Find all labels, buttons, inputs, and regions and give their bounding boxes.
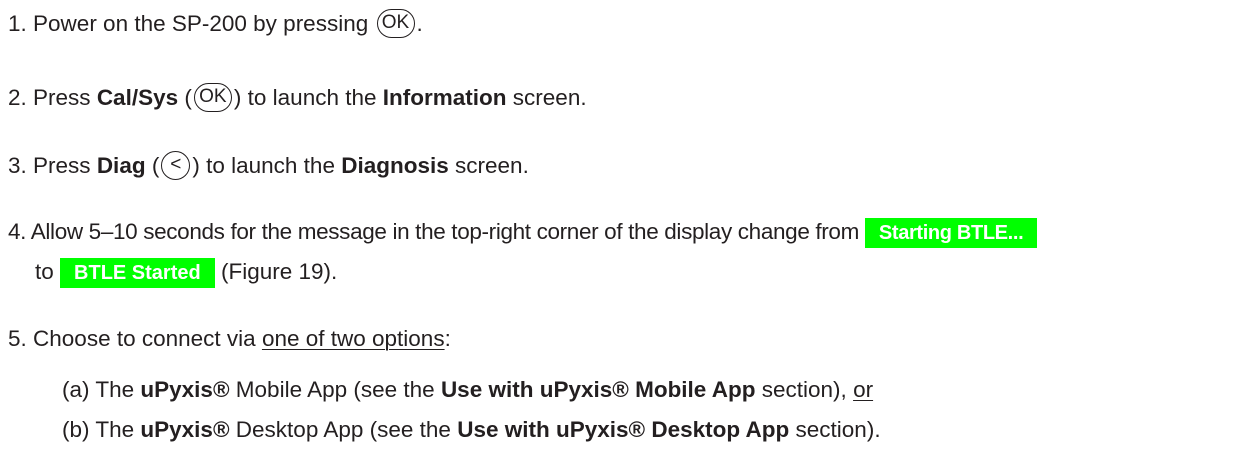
screen-name: Information (382, 85, 507, 110)
paren: ( (151, 153, 160, 178)
step-3: 3. Press Diag (<) to launch the Diagnosi… (8, 150, 529, 182)
step-text: Press (33, 85, 91, 110)
paren: ( (184, 85, 192, 110)
key-name: Cal/Sys (96, 85, 179, 110)
step-text: section). (795, 417, 881, 442)
step-text: screen. (512, 85, 587, 110)
step-text: Mobile App (see the (235, 377, 435, 402)
step-text: (Figure 19). (220, 259, 338, 284)
ok-button-icon: OK (193, 82, 232, 112)
section-reference: Use with uPyxis® Desktop App (457, 417, 790, 442)
step-text: The (95, 377, 135, 402)
step-text: Press (33, 153, 91, 178)
section-reference: Use with uPyxis® Mobile App (440, 377, 756, 402)
paren: ) (233, 85, 242, 110)
substep-a: (a) The uPyxis® Mobile App (see the Use … (62, 374, 873, 406)
step-5: 5. Choose to connect via one of two opti… (8, 323, 451, 355)
step-text: : (444, 326, 451, 351)
key-name: Diag (96, 153, 146, 178)
product-name: uPyxis® (140, 417, 230, 442)
step-text: . (416, 11, 423, 36)
step-text: Allow 5–10 seconds for the message in th… (30, 219, 860, 244)
status-badge-starting: Starting BTLE... (864, 218, 1038, 248)
step-text: screen. (455, 153, 529, 178)
ok-button-icon: OK (376, 8, 415, 38)
step-number: 5. (8, 326, 27, 351)
product-name: uPyxis® (140, 377, 230, 402)
step-4: 4. Allow 5–10 seconds for the message in… (8, 216, 1038, 248)
step-text: to (35, 259, 54, 284)
step-text: section), (761, 377, 847, 402)
substep-label: (b) (62, 417, 90, 442)
step-text: Power on the SP-200 by pressing (33, 11, 369, 36)
screen-name: Diagnosis (341, 153, 449, 178)
step-text: to launch the (247, 85, 377, 110)
step-number: 4. (8, 219, 27, 244)
left-arrow-button-icon: < (161, 150, 191, 180)
emphasis-underline: one of two options (261, 326, 445, 351)
step-text: The (95, 417, 135, 442)
step-text: Choose to connect via (33, 326, 256, 351)
step-number: 1. (8, 11, 27, 36)
substep-b: (b) The uPyxis® Desktop App (see the Use… (62, 414, 881, 446)
step-1: 1. Power on the SP-200 by pressing OK. (8, 8, 423, 40)
step-text: Desktop App (see the (235, 417, 451, 442)
step-4-continued: to BTLE Started (Figure 19). (35, 256, 337, 288)
status-badge-started: BTLE Started (60, 258, 215, 288)
step-number: 2. (8, 85, 27, 110)
step-text: to launch the (206, 153, 335, 178)
emphasis-underline: or (853, 377, 874, 402)
paren: ) (192, 153, 200, 178)
substep-label: (a) (62, 377, 90, 402)
step-number: 3. (8, 153, 27, 178)
step-2: 2. Press Cal/Sys (OK) to launch the Info… (8, 82, 587, 114)
